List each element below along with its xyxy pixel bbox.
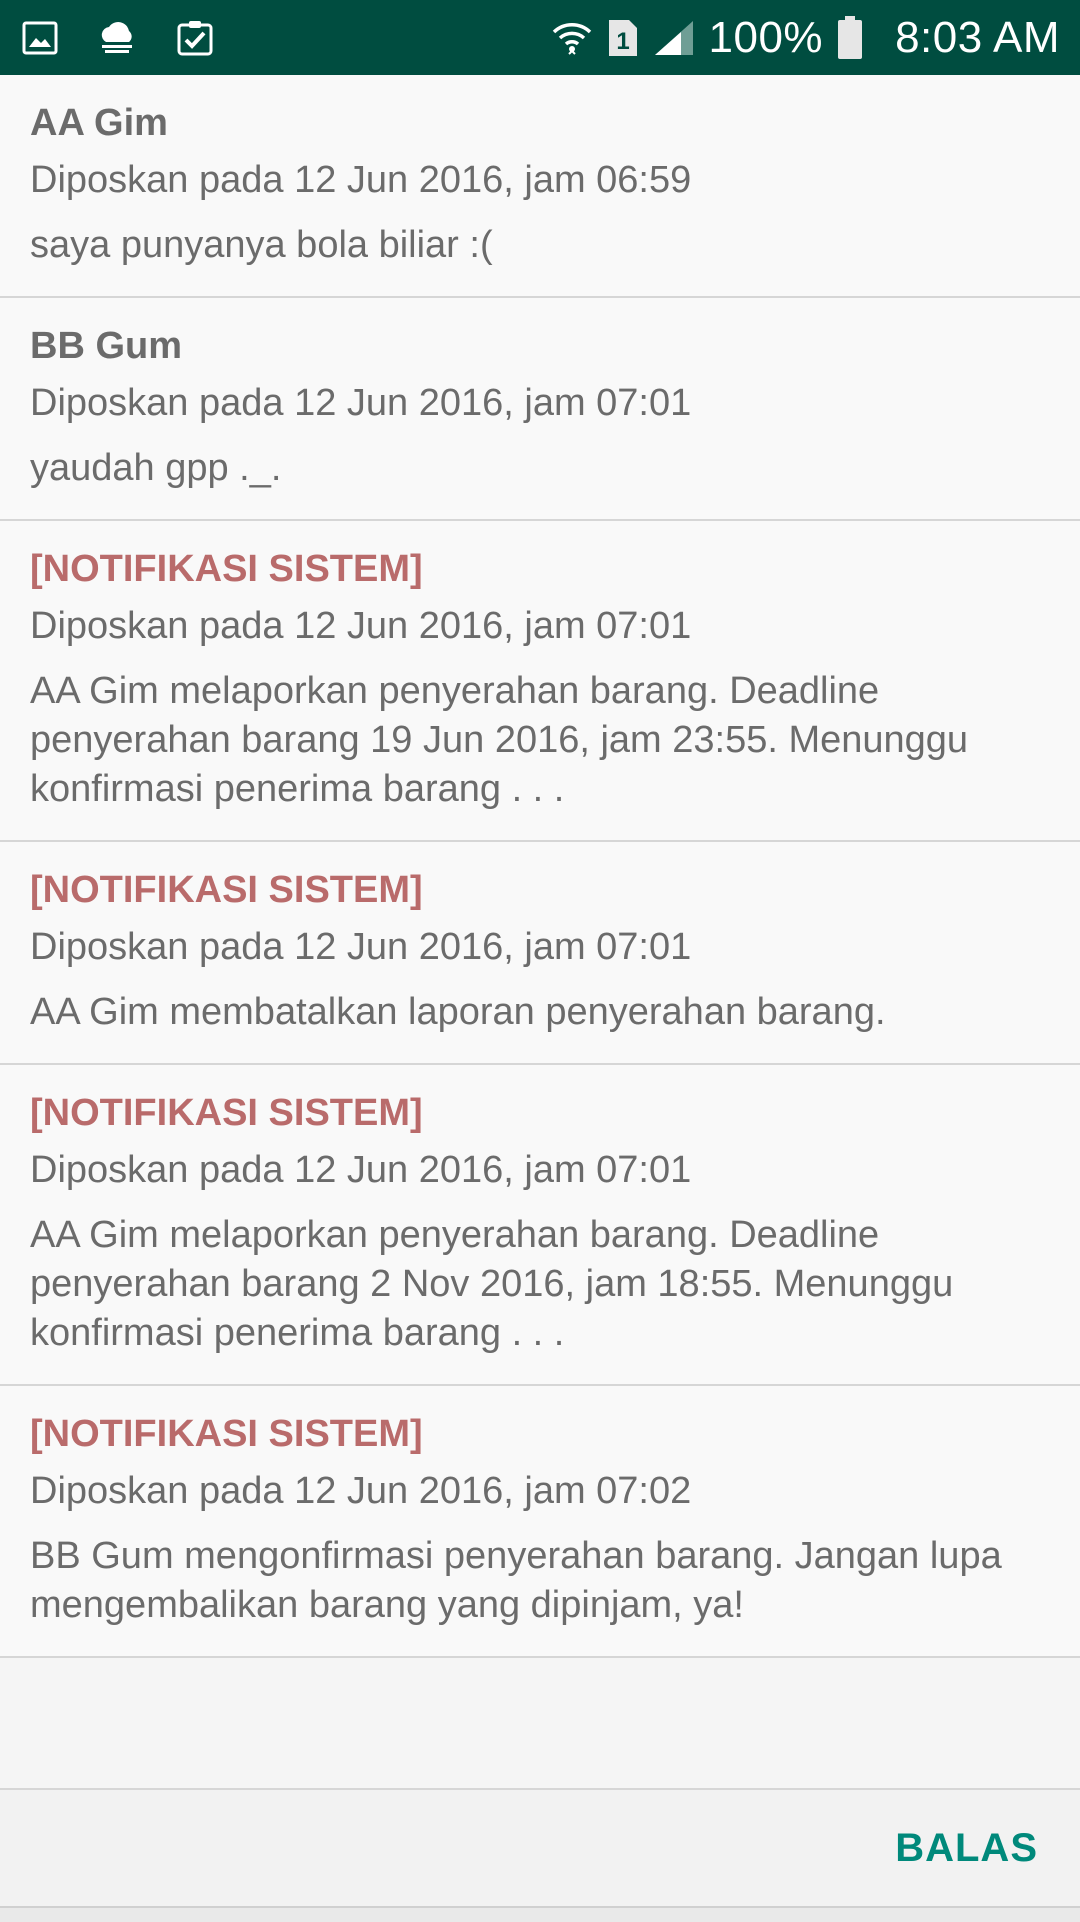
clipboard-check-icon <box>176 19 214 57</box>
signal-icon <box>653 19 695 57</box>
sim-1-icon: 1 <box>607 18 639 58</box>
message-author: AA Gim <box>30 102 168 144</box>
clock: 8:03 AM <box>895 12 1060 62</box>
reply-button[interactable]: BALAS <box>895 1826 1038 1871</box>
message-text: saya punyanya bola biliar :( <box>30 224 493 266</box>
message-item: [NOTIFIKASI SISTEM] Diposkan pada 12 Jun… <box>0 1386 1080 1658</box>
message-timestamp: Diposkan pada 12 Jun 2016, jam 06:59 <box>30 159 692 201</box>
status-bar: 1 100% 8:03 AM <box>0 0 1080 75</box>
gallery-icon <box>22 20 58 56</box>
message-text: BB Gum mengonfirmasi penyerahan barang. … <box>30 1535 1002 1626</box>
message-text: AA Gim melaporkan penyerahan barang. Dea… <box>30 670 969 810</box>
message-item: [NOTIFIKASI SISTEM] Diposkan pada 12 Jun… <box>0 842 1080 1065</box>
battery-icon <box>837 15 863 60</box>
message-timestamp: Diposkan pada 12 Jun 2016, jam 07:01 <box>30 926 692 968</box>
message-author: BB Gum <box>30 325 182 367</box>
message-item: BB Gum Diposkan pada 12 Jun 2016, jam 07… <box>0 298 1080 521</box>
svg-text:1: 1 <box>616 28 629 55</box>
message-item: [NOTIFIKASI SISTEM] Diposkan pada 12 Jun… <box>0 521 1080 842</box>
battery-percent: 100% <box>708 12 824 62</box>
status-bar-system: 1 100% 8:03 AM <box>551 12 1060 62</box>
message-item: AA Gim Diposkan pada 12 Jun 2016, jam 06… <box>0 75 1080 298</box>
cloud-icon <box>96 20 138 56</box>
message-author-system: [NOTIFIKASI SISTEM] <box>30 1092 423 1134</box>
message-text: AA Gim membatalkan laporan penyerahan ba… <box>30 991 886 1033</box>
message-text: yaudah gpp ._. <box>30 447 282 489</box>
message-author-system: [NOTIFIKASI SISTEM] <box>30 869 423 911</box>
message-author-system: [NOTIFIKASI SISTEM] <box>30 1413 423 1455</box>
reply-footer: BALAS <box>0 1788 1080 1906</box>
message-item: [NOTIFIKASI SISTEM] Diposkan pada 12 Jun… <box>0 1065 1080 1386</box>
message-text: AA Gim melaporkan penyerahan barang. Dea… <box>30 1214 954 1354</box>
message-timestamp: Diposkan pada 12 Jun 2016, jam 07:02 <box>30 1470 692 1512</box>
message-timestamp: Diposkan pada 12 Jun 2016, jam 07:01 <box>30 605 692 647</box>
message-timestamp: Diposkan pada 12 Jun 2016, jam 07:01 <box>30 1149 692 1191</box>
message-timestamp: Diposkan pada 12 Jun 2016, jam 07:01 <box>30 382 692 424</box>
status-bar-notifications <box>20 19 214 57</box>
message-list[interactable]: AA Gim Diposkan pada 12 Jun 2016, jam 06… <box>0 75 1080 1658</box>
message-author-system: [NOTIFIKASI SISTEM] <box>30 548 423 590</box>
wifi-icon <box>551 18 593 58</box>
